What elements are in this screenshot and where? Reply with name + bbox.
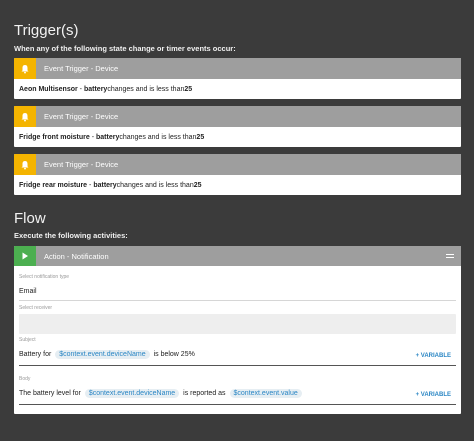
- body-middle: is reported as: [181, 390, 228, 397]
- trigger-header[interactable]: Event Trigger - Device: [14, 58, 461, 79]
- variable-chip[interactable]: $context.event.value: [229, 389, 302, 398]
- variable-chip[interactable]: $context.event.deviceName: [55, 350, 150, 359]
- trigger-header-label: Event Trigger - Device: [44, 160, 119, 169]
- trigger-header-label: Event Trigger - Device: [44, 64, 119, 73]
- trigger-attribute: battery: [93, 181, 117, 189]
- bell-icon: [14, 154, 36, 175]
- trigger-card-2[interactable]: Event Trigger - Device Fridge front mois…: [14, 106, 461, 147]
- trigger-value: 25: [184, 85, 193, 93]
- subject-suffix: is below 25%: [151, 351, 195, 358]
- variable-chip[interactable]: $context.event.deviceName: [84, 389, 180, 398]
- subject-prefix: Battery for: [19, 351, 54, 358]
- trigger-description: Fridge front moisture - battery changes …: [19, 133, 205, 141]
- action-header-label: Action - Notification: [44, 251, 109, 261]
- receiver-label: Select receiver: [19, 305, 53, 311]
- flow-subtitle: Execute the following activities:: [14, 231, 128, 240]
- divider: [19, 300, 456, 301]
- trigger-card-3[interactable]: Event Trigger - Device Fridge rear moist…: [14, 154, 461, 195]
- subject-input[interactable]: Battery for $context.event.deviceName is…: [19, 350, 195, 359]
- subject-underline: [19, 365, 456, 366]
- subject-label: Subject: [19, 337, 36, 343]
- trigger-header[interactable]: Event Trigger - Device: [14, 106, 461, 127]
- receiver-select[interactable]: [19, 314, 456, 334]
- bell-icon: [14, 58, 36, 79]
- notification-type-select[interactable]: Email: [19, 288, 37, 295]
- trigger-condition: changes and is less than: [119, 133, 197, 141]
- menu-icon[interactable]: [446, 254, 454, 258]
- play-icon[interactable]: [14, 246, 36, 266]
- trigger-attribute: battery: [83, 85, 108, 93]
- body-input[interactable]: The battery level for $context.event.dev…: [19, 389, 304, 398]
- trigger-attribute: battery: [96, 133, 120, 141]
- flow-title: Flow: [14, 210, 46, 227]
- trigger-condition: changes and is less than: [107, 85, 185, 93]
- trigger-device: Fridge rear moisture: [19, 181, 88, 189]
- trigger-device: Aeon Multisensor: [19, 85, 78, 93]
- add-variable-button[interactable]: + VARIABLE: [416, 353, 451, 359]
- trigger-card-1[interactable]: Event Trigger - Device Aeon Multisensor …: [14, 58, 461, 99]
- action-card: Action - Notification Select notificatio…: [14, 246, 461, 414]
- body-prefix: The battery level for: [19, 390, 83, 397]
- triggers-subtitle: When any of the following state change o…: [14, 44, 236, 53]
- trigger-condition: changes and is less than: [116, 181, 194, 189]
- trigger-description: Aeon Multisensor - battery changes and i…: [19, 85, 193, 93]
- action-header[interactable]: Action - Notification: [14, 246, 461, 266]
- trigger-device: Fridge front moisture: [19, 133, 90, 141]
- trigger-header[interactable]: Event Trigger - Device: [14, 154, 461, 175]
- trigger-value: 25: [193, 181, 202, 189]
- body-underline: [19, 404, 456, 405]
- trigger-value: 25: [196, 133, 205, 141]
- trigger-description: Fridge rear moisture - battery changes a…: [19, 181, 202, 189]
- notification-type-label: Select notification type: [19, 274, 70, 280]
- add-variable-button[interactable]: + VARIABLE: [416, 392, 451, 398]
- triggers-title: Trigger(s): [14, 22, 79, 39]
- trigger-header-label: Event Trigger - Device: [44, 112, 119, 121]
- body-label: Body: [19, 376, 31, 382]
- bell-icon: [14, 106, 36, 127]
